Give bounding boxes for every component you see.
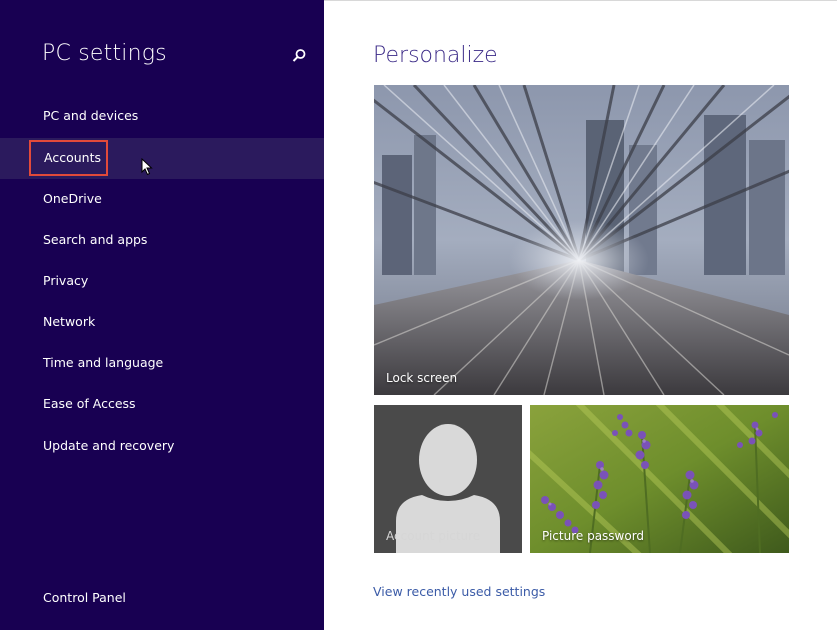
sidebar: PC settings PC and devices Accounts OneD… xyxy=(0,0,324,630)
lock-screen-image xyxy=(374,85,789,395)
sidebar-item-pc-and-devices[interactable]: PC and devices xyxy=(0,96,324,137)
sidebar-item-label: Accounts xyxy=(44,150,101,165)
sidebar-item-accounts[interactable]: Accounts xyxy=(0,138,324,179)
sidebar-item-network[interactable]: Network xyxy=(0,302,324,343)
picture-password-tile[interactable]: Picture password xyxy=(530,405,789,553)
account-picture-tile[interactable]: Account picture xyxy=(374,405,522,553)
sidebar-title: PC settings xyxy=(42,41,167,66)
sidebar-item-label: Time and language xyxy=(43,355,164,370)
mouse-cursor-icon xyxy=(141,158,153,176)
top-divider xyxy=(324,0,837,1)
sidebar-item-onedrive[interactable]: OneDrive xyxy=(0,179,324,220)
control-panel-link[interactable]: Control Panel xyxy=(43,590,126,605)
sidebar-item-search-and-apps[interactable]: Search and apps xyxy=(0,220,324,261)
lock-screen-tile[interactable]: Lock screen xyxy=(374,85,789,395)
account-picture-label: Account picture xyxy=(386,529,481,543)
view-recent-settings-link[interactable]: View recently used settings xyxy=(373,584,545,599)
sidebar-item-label: OneDrive xyxy=(43,191,102,206)
search-icon[interactable] xyxy=(290,47,308,65)
sidebar-item-label: Network xyxy=(43,314,96,329)
sidebar-item-label: PC and devices xyxy=(43,108,139,123)
picture-password-label: Picture password xyxy=(542,529,645,543)
sidebar-item-label: Ease of Access xyxy=(43,396,136,411)
lock-screen-label: Lock screen xyxy=(386,371,458,385)
sidebar-item-time-and-language[interactable]: Time and language xyxy=(0,343,324,384)
sidebar-item-label: Update and recovery xyxy=(43,438,175,453)
sidebar-item-update-and-recovery[interactable]: Update and recovery xyxy=(0,426,324,467)
sidebar-item-privacy[interactable]: Privacy xyxy=(0,261,324,302)
sidebar-item-label: Privacy xyxy=(43,273,89,288)
sidebar-item-label: Search and apps xyxy=(43,232,148,247)
sidebar-item-ease-of-access[interactable]: Ease of Access xyxy=(0,384,324,425)
page-title: Personalize xyxy=(373,43,498,68)
